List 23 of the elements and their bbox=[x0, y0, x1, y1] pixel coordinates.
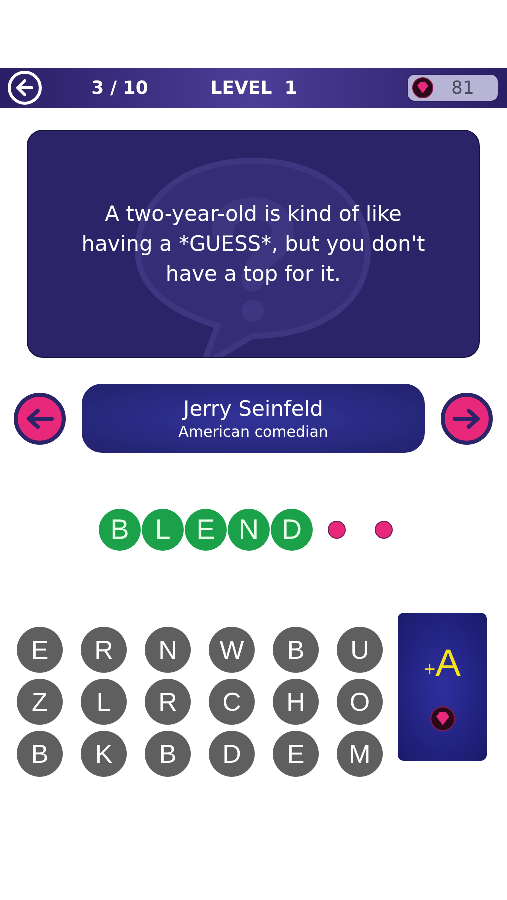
letter-key[interactable]: B bbox=[273, 627, 319, 673]
letter-key[interactable]: B bbox=[145, 731, 191, 777]
letter-key[interactable]: R bbox=[145, 679, 191, 725]
letter-key[interactable]: C bbox=[209, 679, 255, 725]
author-name: Jerry Seinfeld bbox=[184, 396, 324, 420]
letter-key[interactable]: L bbox=[81, 679, 127, 725]
letter-key[interactable]: W bbox=[209, 627, 255, 673]
gem-count: 81 bbox=[450, 78, 476, 98]
letter-key[interactable]: D bbox=[209, 731, 255, 777]
letter-key[interactable]: Z bbox=[17, 679, 63, 725]
letter-key[interactable]: K bbox=[81, 731, 127, 777]
author-description: American comedian bbox=[178, 422, 328, 440]
quote-text: A two-year-old is kind of like having a *GUESS*, but you don't have a top for it. bbox=[80, 201, 426, 288]
letter-key[interactable]: U bbox=[337, 627, 383, 673]
letter-key[interactable]: O bbox=[337, 679, 383, 725]
letter-key[interactable]: B bbox=[17, 731, 63, 777]
level-label: LEVEL 1 bbox=[210, 78, 298, 98]
letter-key[interactable]: H bbox=[273, 679, 319, 725]
letter-key[interactable]: E bbox=[273, 731, 319, 777]
letter-key[interactable]: M bbox=[337, 731, 383, 777]
letter-key[interactable]: R bbox=[81, 627, 127, 673]
letter-key[interactable]: E bbox=[17, 627, 63, 673]
letter-key[interactable]: N bbox=[145, 627, 191, 673]
